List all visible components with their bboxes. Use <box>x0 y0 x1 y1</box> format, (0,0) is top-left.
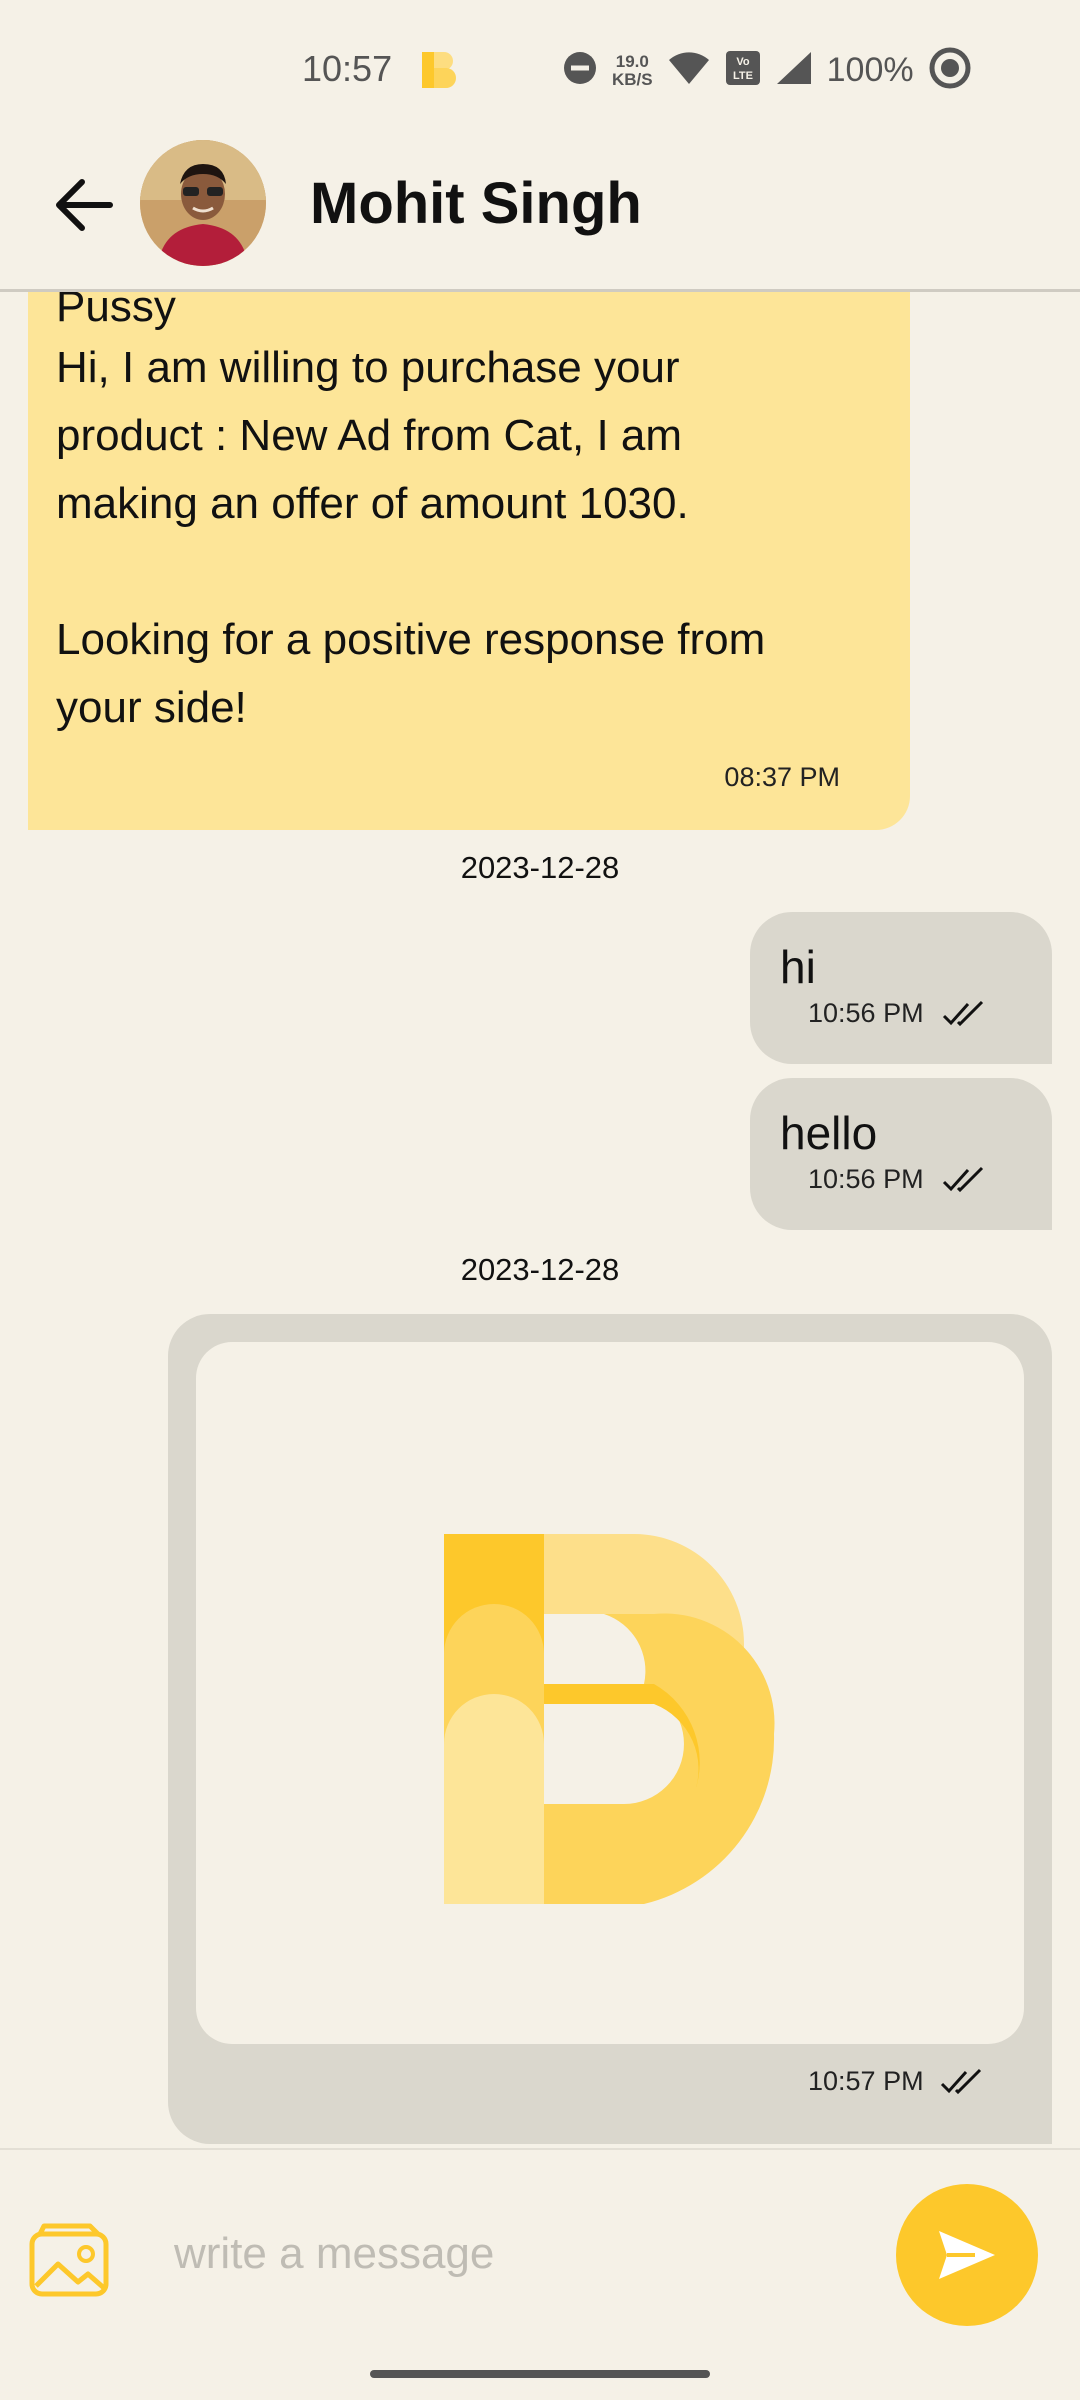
network-type: LTE <box>733 70 753 82</box>
status-icons: 19.0 KB/S Vo LTE 100% <box>562 46 972 95</box>
double-check-icon <box>942 1166 984 1193</box>
status-time: 10:57 <box>302 48 393 89</box>
battery-ring-icon <box>928 46 972 95</box>
back-button[interactable] <box>52 173 116 237</box>
outgoing-message-bubble[interactable]: hello 10:56 PM <box>750 1078 1052 1230</box>
network-speed: 19.0 KB/S <box>612 51 653 89</box>
message-text: hi <box>780 941 816 993</box>
svg-text:Vo: Vo <box>736 56 750 68</box>
image-gallery-icon <box>29 2223 109 2297</box>
date-separator: 2023-12-28 <box>460 1252 620 1287</box>
message-list[interactable]: Pussy Hi, I am willing to purchase your … <box>0 292 1080 2147</box>
dnd-icon <box>562 50 598 91</box>
signal-icon <box>775 50 813 91</box>
contact-name[interactable]: Mohit Singh <box>310 170 642 237</box>
message-composer <box>0 2148 1080 2368</box>
double-check-icon <box>940 2068 982 2095</box>
double-check-icon <box>942 1000 984 1027</box>
message-time: 08:37 PM <box>724 762 840 792</box>
app-notification-icon <box>420 50 460 95</box>
message-sender: Pussy <box>56 292 176 331</box>
wifi-icon <box>667 50 711 91</box>
message-time: 10:56 PM <box>808 998 924 1028</box>
date-separator: 2023-12-28 <box>460 850 620 885</box>
arrow-left-icon <box>56 179 113 231</box>
outgoing-message-bubble[interactable]: hi 10:56 PM <box>750 912 1052 1064</box>
message-input[interactable] <box>150 2204 850 2304</box>
brand-logo-image <box>444 1534 775 1904</box>
message-time: 10:56 PM <box>808 1164 924 1194</box>
status-bar: 10:57 19.0 KB/S Vo LTE 100% <box>0 0 1080 140</box>
message-time: 10:57 PM <box>808 2066 924 2096</box>
send-button[interactable] <box>896 2184 1038 2326</box>
incoming-message-bubble[interactable]: Pussy Hi, I am willing to purchase your … <box>28 292 910 830</box>
speed-value: 19.0 <box>615 51 649 71</box>
contact-avatar[interactable] <box>140 140 266 266</box>
speed-unit: KB/S <box>612 69 653 89</box>
battery-level: 100% <box>826 51 914 89</box>
message-text: hello <box>780 1107 878 1159</box>
chat-header: Mohit Singh <box>0 140 1080 292</box>
gallery-button[interactable] <box>28 2220 114 2300</box>
send-icon <box>939 2231 995 2279</box>
outgoing-image-message[interactable]: 10:57 PM <box>168 1314 1052 2144</box>
volte-icon: Vo LTE <box>725 50 761 91</box>
message-image[interactable] <box>196 1342 1024 2044</box>
home-indicator[interactable] <box>370 2370 710 2378</box>
message-text: Hi, I am willing to purchase your produc… <box>56 343 766 732</box>
